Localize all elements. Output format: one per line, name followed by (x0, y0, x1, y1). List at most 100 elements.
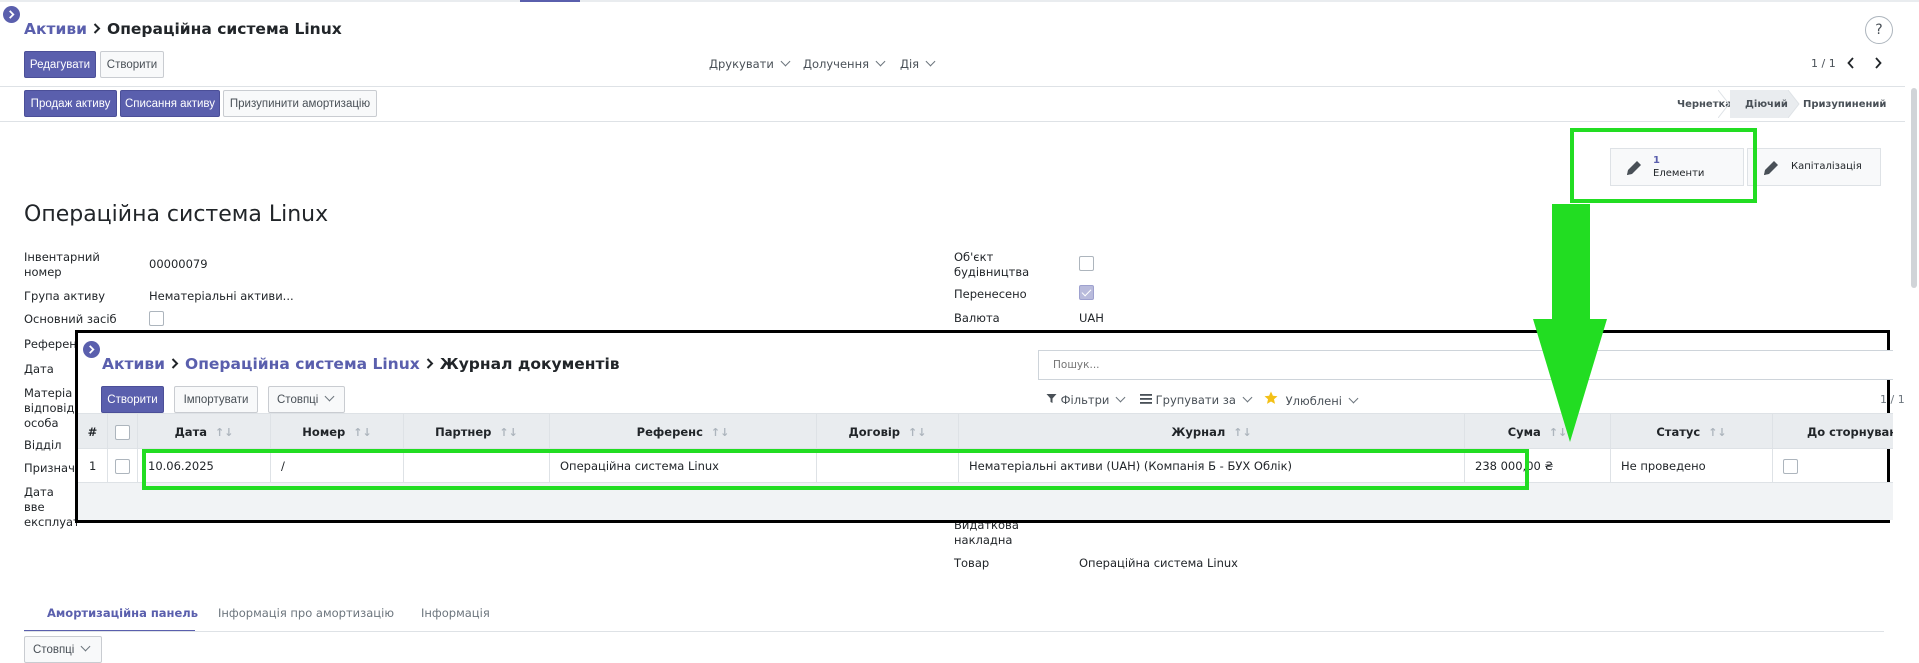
capitalization-smart-button[interactable]: Капіталізація (1747, 148, 1881, 186)
tab-depreciation-info[interactable]: Інформація про амортизацію (218, 606, 394, 620)
favorites-label: Улюблені (1285, 394, 1342, 408)
column-header-reference-label: Референс (636, 425, 703, 439)
columns-label: Стовпці (33, 643, 75, 656)
fixed-asset-checkbox[interactable] (149, 311, 164, 326)
column-header-status[interactable]: Статус ↑↓ (1611, 414, 1773, 450)
pause-depreciation-button[interactable]: Призупинити амортизацію (223, 90, 377, 117)
breadcrumb-separator-icon (426, 355, 434, 373)
breadcrumb: Активи Операційна система Linux (24, 20, 342, 38)
row-select-checkbox[interactable] (115, 458, 130, 474)
popup-import-button[interactable]: Імпортувати (174, 386, 258, 413)
record-title: Операційна система Linux (24, 202, 329, 227)
popup-pager[interactable]: 1 / 1 (1880, 393, 1905, 406)
sort-icon: ↑↓ (499, 425, 518, 439)
writeoff-asset-button[interactable]: Списання активу (120, 90, 220, 117)
filters-dropdown[interactable]: Фільтри (1046, 392, 1126, 407)
sort-icon: ↑↓ (1708, 425, 1727, 439)
column-header-contract-label: Договір (848, 425, 901, 439)
column-header-reference[interactable]: Референс ↑↓ (550, 414, 817, 450)
chevron-down-icon (1348, 393, 1359, 404)
create-button[interactable]: Створити (100, 51, 164, 78)
inventory-number-value[interactable]: 00000079 (149, 257, 208, 271)
print-dropdown[interactable]: Друкувати (709, 56, 791, 71)
inventory-number-label: Інвентарний номер (24, 250, 100, 279)
pager-next-icon[interactable] (1874, 57, 1882, 72)
purpose-label: Признач (24, 461, 75, 475)
status-step-suspended[interactable]: Призупинений (1803, 90, 1886, 118)
column-header-journal-label: Журнал (1171, 425, 1226, 439)
sort-icon: ↑↓ (1233, 425, 1252, 439)
popup-breadcrumb-assets-link[interactable]: Активи (102, 355, 165, 373)
product-label: Товар (954, 556, 990, 570)
popup-breadcrumb-current: Журнал документів (439, 355, 620, 373)
chevron-down-icon (1242, 392, 1253, 403)
date-label: Дата (24, 362, 54, 376)
tabs-divider (24, 631, 1884, 632)
table-header: # Дата ↑↓ Номер ↑↓ Партнер ↑↓ Референс ↑↓ До… (78, 413, 1893, 450)
breadcrumb-root-link[interactable]: Активи (24, 20, 87, 38)
row-to-reverse-cell (1773, 449, 1893, 483)
popup-create-button[interactable]: Створити (101, 386, 164, 413)
chevron-down-icon (875, 56, 886, 67)
column-header-index: # (78, 414, 108, 450)
search-input[interactable] (1038, 350, 1893, 380)
breadcrumb-separator-icon (171, 355, 179, 373)
sell-asset-button[interactable]: Продаж активу (24, 90, 117, 117)
column-header-contract[interactable]: Договір ↑↓ (817, 414, 959, 450)
column-header-number[interactable]: Номер ↑↓ (271, 414, 404, 450)
columns-button[interactable]: Стовпці (24, 636, 102, 663)
highlight-box-elements (1570, 128, 1757, 203)
column-header-to-reverse-label: До сторнування (1807, 425, 1893, 439)
asset-group-label: Група активу (24, 289, 106, 303)
pager-prev-icon[interactable] (1847, 57, 1855, 72)
column-header-status-label: Статус (1656, 425, 1701, 439)
construction-object-label: Об'єкт будівництва (954, 250, 1030, 279)
status-step-arrow-icon (1717, 89, 1730, 121)
column-header-number-label: Номер (302, 425, 346, 439)
tab-depreciation-panel[interactable]: Амортизаційна панель (47, 606, 198, 620)
construction-object-checkbox[interactable] (1079, 256, 1094, 271)
capitalization-label: Капіталізація (1791, 161, 1862, 172)
row-index: 1 (78, 449, 108, 483)
responsible-label: Матеріа відповід особа (24, 386, 75, 430)
popup-menu-toggle-icon[interactable] (83, 341, 100, 358)
currency-link[interactable]: UAH (1079, 311, 1104, 325)
group-by-dropdown[interactable]: Групувати за (1140, 392, 1253, 407)
toolbar-divider (0, 86, 1905, 87)
app-menu-toggle-icon[interactable] (3, 6, 20, 23)
sort-icon: ↑↓ (353, 425, 372, 439)
action-dropdown[interactable]: Дія (900, 56, 936, 71)
column-header-to-reverse[interactable]: До сторнування (1773, 414, 1893, 450)
pencil-icon (1761, 158, 1781, 181)
help-icon: ? (1875, 22, 1883, 38)
highlight-box-row (142, 449, 1529, 490)
filters-label: Фільтри (1060, 393, 1110, 407)
select-all-checkbox[interactable] (115, 424, 130, 440)
asset-group-link[interactable]: Нематеріальні активи... (149, 289, 294, 303)
pager-value[interactable]: 1 / 1 (1811, 57, 1836, 70)
page-scrollbar[interactable] (1911, 88, 1917, 288)
attachments-dropdown[interactable]: Долучення (803, 56, 886, 71)
popup-breadcrumb-asset-link[interactable]: Операційна система Linux (185, 355, 420, 373)
tab-info[interactable]: Інформація (421, 606, 490, 620)
annotation-arrow-icon (1533, 204, 1607, 447)
star-icon (1264, 391, 1282, 408)
popup-columns-label: Стовпці (277, 393, 319, 406)
column-header-partner[interactable]: Партнер ↑↓ (404, 414, 550, 450)
column-header-journal[interactable]: Журнал ↑↓ (959, 414, 1465, 450)
chevron-down-icon (925, 56, 936, 67)
column-header-date[interactable]: Дата ↑↓ (138, 414, 271, 450)
row-select-cell (108, 449, 138, 483)
chevron-down-icon (80, 641, 91, 652)
help-button[interactable]: ? (1865, 16, 1893, 44)
favorites-dropdown[interactable]: Улюблені (1264, 391, 1359, 408)
popup-breadcrumb: Активи Операційна система Linux Журнал д… (102, 355, 620, 373)
currency-label: Валюта (954, 311, 1000, 325)
filter-icon (1046, 393, 1061, 407)
row-to-reverse-checkbox[interactable] (1783, 458, 1798, 474)
fixed-asset-label: Основний засіб (24, 312, 117, 326)
sort-icon: ↑↓ (908, 425, 927, 439)
edit-button[interactable]: Редагувати (24, 51, 96, 78)
popup-columns-button[interactable]: Стовпці (268, 386, 345, 413)
product-link[interactable]: Операційна система Linux (1079, 556, 1238, 570)
